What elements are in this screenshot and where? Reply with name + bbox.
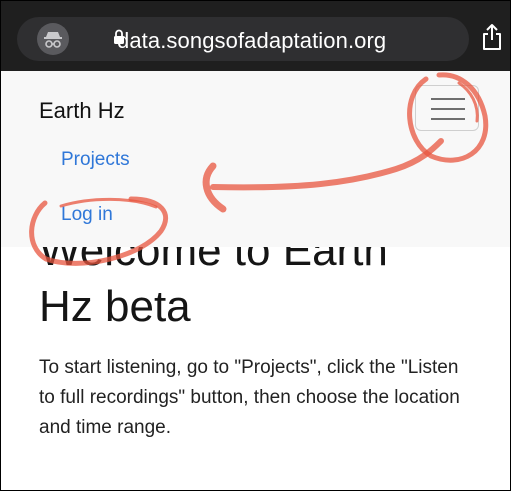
nav-link-log-in[interactable]: Log in <box>61 204 113 226</box>
site-navbar: Earth Hz Projects Log in <box>1 71 510 247</box>
page-title-line-1: Welcome to Earth <box>39 247 388 275</box>
screenshot-frame: data.songsofadaptation.org Earth Hz Proj… <box>0 0 511 491</box>
browser-address-bar: data.songsofadaptation.org <box>1 1 510 71</box>
incognito-icon <box>37 23 69 55</box>
menu-bar <box>431 98 465 100</box>
share-icon[interactable] <box>481 23 503 51</box>
page-title-line-2: Hz beta <box>39 282 191 331</box>
menu-bar <box>431 118 465 120</box>
hamburger-menu-icon[interactable] <box>415 85 479 131</box>
intro-text: To start listening, go to "Projects", cl… <box>39 357 460 438</box>
url-field[interactable]: data.songsofadaptation.org <box>17 17 469 61</box>
site-brand[interactable]: Earth Hz <box>39 98 125 124</box>
menu-bar <box>431 108 465 110</box>
nav-link-projects[interactable]: Projects <box>61 149 130 171</box>
url-text: data.songsofadaptation.org <box>117 28 387 53</box>
